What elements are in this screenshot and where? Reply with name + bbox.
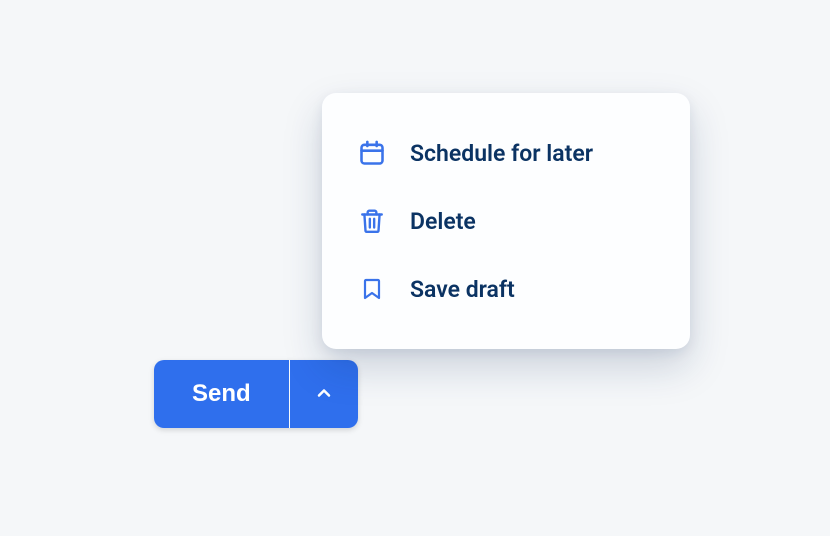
send-split-button: Send — [154, 360, 358, 428]
menu-item-delete[interactable]: Delete — [322, 187, 690, 255]
trash-icon — [358, 207, 386, 235]
menu-item-save-draft[interactable]: Save draft — [322, 255, 690, 323]
send-button[interactable]: Send — [154, 360, 289, 428]
send-button-label: Send — [192, 380, 251, 408]
bookmark-icon — [358, 275, 386, 303]
menu-item-label: Schedule for later — [410, 140, 593, 167]
send-options-menu: Schedule for later Delete Save draft — [322, 93, 690, 349]
calendar-icon — [358, 139, 386, 167]
menu-item-label: Delete — [410, 208, 476, 235]
chevron-up-icon — [314, 383, 334, 406]
menu-item-label: Save draft — [410, 276, 515, 303]
menu-item-schedule[interactable]: Schedule for later — [322, 119, 690, 187]
send-options-toggle[interactable] — [290, 360, 358, 428]
